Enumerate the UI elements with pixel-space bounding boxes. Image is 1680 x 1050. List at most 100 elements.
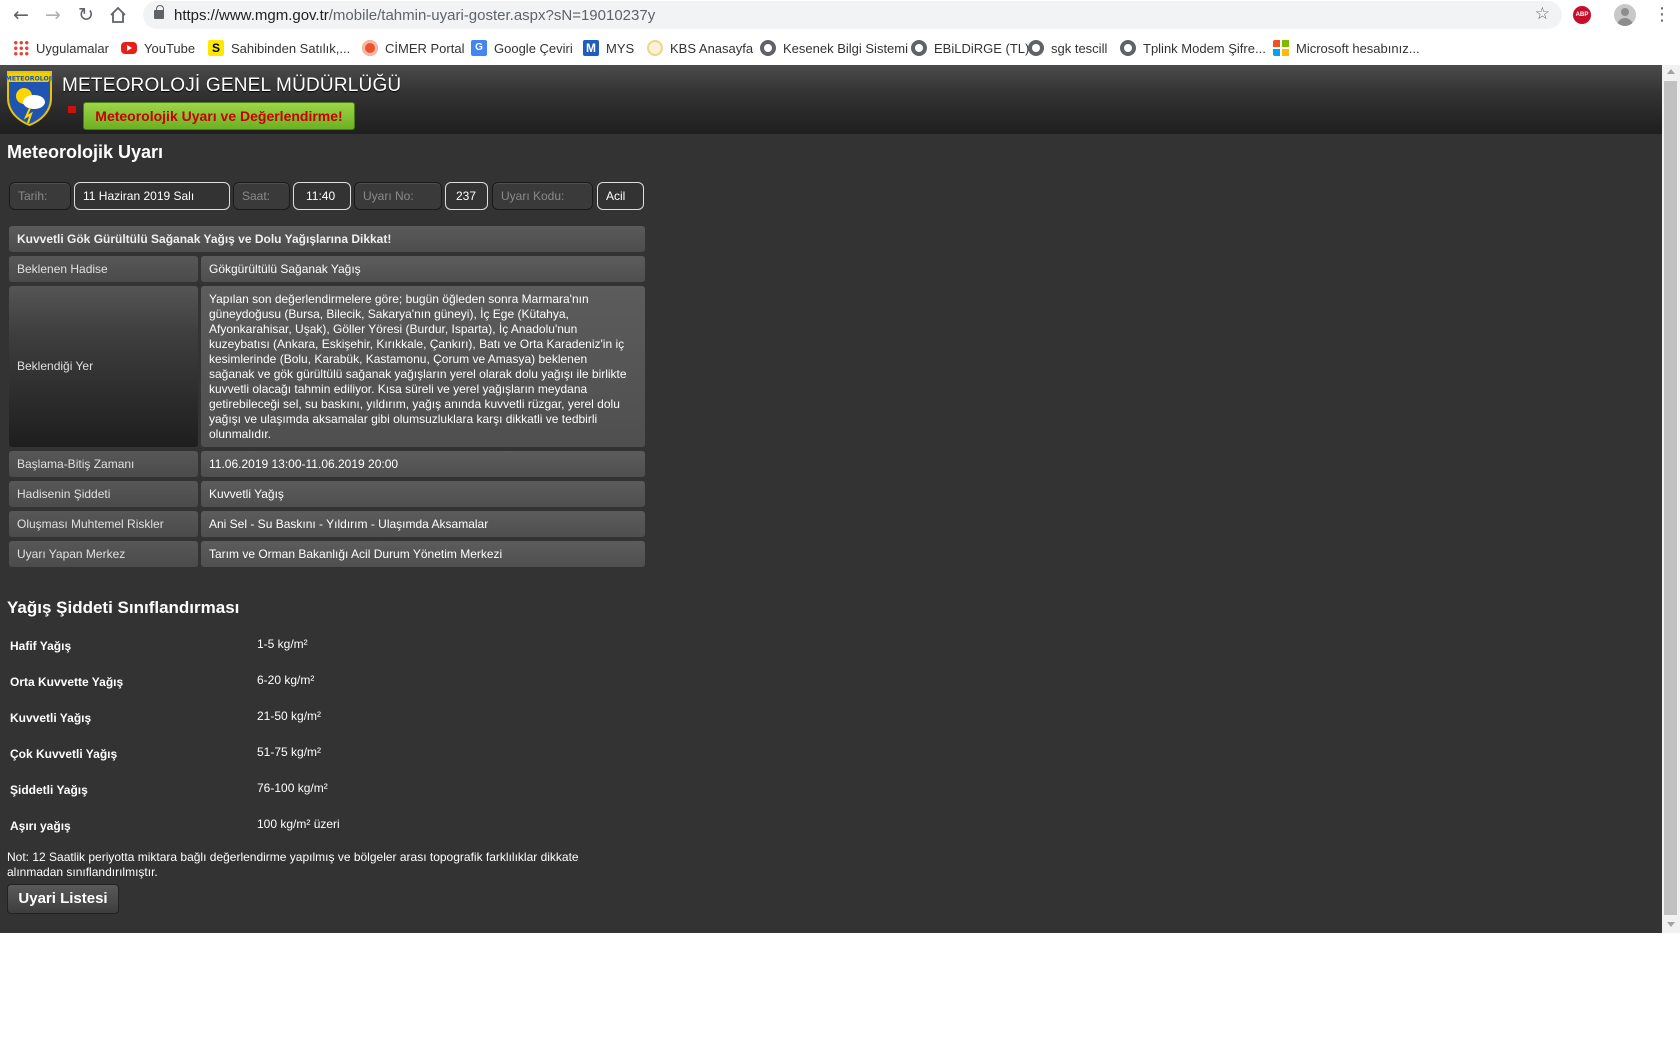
bookmark-label: YouTube bbox=[144, 40, 196, 56]
place-label: Beklendiği Yer bbox=[17, 359, 94, 373]
severity-value-cell: Kuvvetli Yağış bbox=[201, 481, 645, 507]
classification-value: 6-20 kg/m² bbox=[257, 673, 315, 687]
bookmark-cimer[interactable]: CİMER Portal bbox=[362, 38, 464, 58]
bookmark-microsoft[interactable]: Microsoft hesabınız... bbox=[1273, 38, 1420, 58]
browser-toolbar: ← → ↻ https://www.mgm.gov.tr/mobile/tahm… bbox=[0, 0, 1680, 30]
warning-no-label: Uyarı No: bbox=[354, 182, 442, 210]
bookmark-ebildirge[interactable]: EBiLDiRGE (TL) bbox=[911, 38, 1029, 58]
address-bar[interactable]: https://www.mgm.gov.tr/mobile/tahmin-uya… bbox=[143, 1, 1562, 29]
bookmark-sahibinden[interactable]: S Sahibinden Satılık,... bbox=[208, 38, 350, 58]
warning-code-value: Acil bbox=[597, 182, 644, 210]
lock-icon[interactable] bbox=[154, 5, 164, 19]
classification-name: Orta Kuvvette Yağış bbox=[10, 675, 124, 689]
bookmark-label: MYS bbox=[606, 40, 635, 56]
profile-avatar-icon[interactable] bbox=[1614, 4, 1636, 26]
time-range-value-cell: 11.06.2019 13:00-11.06.2019 20:00 bbox=[201, 451, 645, 477]
event-value: Gökgürültülü Sağanak Yağış bbox=[209, 262, 361, 276]
bookmark-kesenek[interactable]: Kesenek Bilgi Sistemi bbox=[760, 38, 908, 58]
bookmark-label: Google Çeviri bbox=[494, 40, 573, 56]
bookmarks-bar: Uygulamalar YouTube S Sahibinden Satılık,… bbox=[0, 31, 1680, 64]
bookmark-google-translate[interactable]: G Google Çeviri bbox=[471, 38, 573, 58]
bookmark-apps[interactable]: Uygulamalar bbox=[13, 38, 109, 58]
classification-name: Şiddetli Yağış bbox=[10, 783, 88, 797]
event-label: Beklenen Hadise bbox=[17, 262, 108, 276]
time-range-label: Başlama-Bitiş Zamanı bbox=[17, 457, 135, 471]
bookmark-tplink[interactable]: Tplink Modem Şifre... bbox=[1120, 38, 1266, 58]
scrollbar-thumb[interactable] bbox=[1664, 81, 1677, 915]
globe-icon bbox=[1120, 40, 1136, 56]
warning-code-label: Uyarı Kodu: bbox=[492, 182, 593, 210]
warning-title-row: Kuvvetli Gök Gürültülü Sağanak Yağış ve … bbox=[9, 226, 645, 252]
date-label: Tarih: bbox=[9, 182, 71, 210]
severity-label-cell: Hadisenin Şiddeti bbox=[9, 481, 198, 507]
bookmark-label: CİMER Portal bbox=[385, 40, 465, 56]
risks-label-cell: Oluşması Muhtemel Riskler bbox=[9, 511, 198, 537]
back-arrow-icon[interactable]: ← bbox=[9, 3, 33, 27]
event-value-cell: Gökgürültülü Sağanak Yağış bbox=[201, 256, 645, 282]
home-icon[interactable] bbox=[106, 3, 130, 27]
scroll-down-arrow-icon[interactable] bbox=[1667, 922, 1675, 927]
place-label-cell: Beklendiği Yer bbox=[9, 286, 198, 447]
site-title[interactable]: METEOROLOJİ GENEL MÜDÜRLÜĞÜ bbox=[62, 75, 401, 97]
classification-value: 1-5 kg/m² bbox=[257, 637, 308, 651]
severity-label: Hadisenin Şiddeti bbox=[17, 487, 111, 501]
bookmark-label: sgk tescill bbox=[1051, 40, 1108, 56]
bookmark-kbs[interactable]: KBS Anasayfa bbox=[647, 38, 753, 58]
time-range-label-cell: Başlama-Bitiş Zamanı bbox=[9, 451, 198, 477]
date-value: 11 Haziran 2019 Salı bbox=[74, 182, 230, 210]
mgm-logo-icon[interactable]: METEOROLOJİ bbox=[6, 70, 53, 127]
risks-label: Oluşması Muhtemel Riskler bbox=[17, 517, 164, 531]
center-label: Uyarı Yapan Merkez bbox=[17, 547, 126, 561]
sahibinden-icon: S bbox=[208, 40, 224, 56]
adblock-plus-icon[interactable]: ABP bbox=[1573, 6, 1591, 24]
bookmark-mys[interactable]: M MYS bbox=[583, 38, 634, 58]
warning-no-value: 237 bbox=[445, 182, 488, 210]
time-range-value: 11.06.2019 13:00-11.06.2019 20:00 bbox=[209, 457, 399, 471]
forward-arrow-icon[interactable]: → bbox=[41, 3, 65, 27]
kbs-icon bbox=[647, 40, 663, 56]
bookmark-sgk[interactable]: sgk tescill bbox=[1028, 38, 1107, 58]
risks-value: Ani Sel - Su Baskını - Yıldırım - Ulaşım… bbox=[209, 517, 489, 531]
browser-menu-icon[interactable]: ⋮ bbox=[1653, 3, 1671, 27]
warning-list-button[interactable]: Uyari Listesi bbox=[7, 884, 119, 914]
bookmark-youtube[interactable]: YouTube bbox=[121, 38, 195, 58]
bookmark-label: Sahibinden Satılık,... bbox=[231, 40, 351, 56]
cimer-icon bbox=[362, 40, 378, 56]
time-label: Saat: bbox=[233, 182, 290, 210]
bookmark-label: Kesenek Bilgi Sistemi bbox=[783, 40, 908, 56]
page-scrollbar[interactable] bbox=[1662, 65, 1680, 933]
classification-note: Not: 12 Saatlik periyotta miktara bağlı … bbox=[7, 850, 579, 879]
bookmark-label: Tplink Modem Şifre... bbox=[1143, 40, 1266, 56]
classification-name: Çok Kuvvetli Yağış bbox=[10, 747, 118, 761]
page-viewport: METEOROLOJİ METEOROLOJİ GENEL MÜDÜRLÜĞÜ … bbox=[0, 65, 1680, 933]
time-value: 11:40 bbox=[293, 182, 351, 210]
bookmark-label: EBiLDiRGE (TL) bbox=[934, 40, 1030, 56]
globe-icon bbox=[1028, 40, 1044, 56]
place-description: Yapılan son değerlendirmelere göre; bugü… bbox=[209, 292, 627, 441]
red-marker-icon bbox=[68, 106, 76, 113]
logo-text: METEOROLOJİ bbox=[6, 74, 53, 83]
page-title: Meteorolojik Uyarı bbox=[7, 142, 164, 162]
mys-icon: M bbox=[583, 40, 599, 56]
classification-value: 21-50 kg/m² bbox=[257, 709, 322, 723]
globe-icon bbox=[760, 40, 776, 56]
warning-section-button[interactable]: Meteorolojik Uyarı ve Değerlendirme! bbox=[83, 102, 355, 130]
scroll-up-arrow-icon[interactable] bbox=[1667, 69, 1675, 74]
event-label-cell: Beklenen Hadise bbox=[9, 256, 198, 282]
center-label-cell: Uyarı Yapan Merkez bbox=[9, 541, 198, 567]
risks-value-cell: Ani Sel - Su Baskını - Yıldırım - Ulaşım… bbox=[201, 511, 645, 537]
classification-value: 100 kg/m² üzeri bbox=[257, 817, 340, 831]
severity-value: Kuvvetli Yağış bbox=[209, 487, 284, 501]
bookmark-label: Microsoft hesabınız... bbox=[1296, 40, 1420, 56]
bookmark-label: KBS Anasayfa bbox=[670, 40, 754, 56]
site-header: METEOROLOJİ METEOROLOJİ GENEL MÜDÜRLÜĞÜ … bbox=[0, 65, 1662, 134]
classification-name: Kuvvetli Yağış bbox=[10, 711, 92, 725]
url-path: /mobile/tahmin-uyari-goster.aspx?sN=1901… bbox=[328, 7, 656, 24]
youtube-icon bbox=[121, 42, 137, 54]
center-value-cell: Tarım ve Orman Bakanlığı Acil Durum Yöne… bbox=[201, 541, 645, 567]
classification-value: 76-100 kg/m² bbox=[257, 781, 328, 795]
place-value-cell: Yapılan son değerlendirmelere göre; bugü… bbox=[201, 286, 645, 447]
url-text[interactable]: https://www.mgm.gov.tr/mobile/tahmin-uya… bbox=[174, 7, 655, 24]
bookmark-star-icon[interactable]: ☆ bbox=[1535, 4, 1550, 24]
reload-icon[interactable]: ↻ bbox=[74, 3, 98, 27]
